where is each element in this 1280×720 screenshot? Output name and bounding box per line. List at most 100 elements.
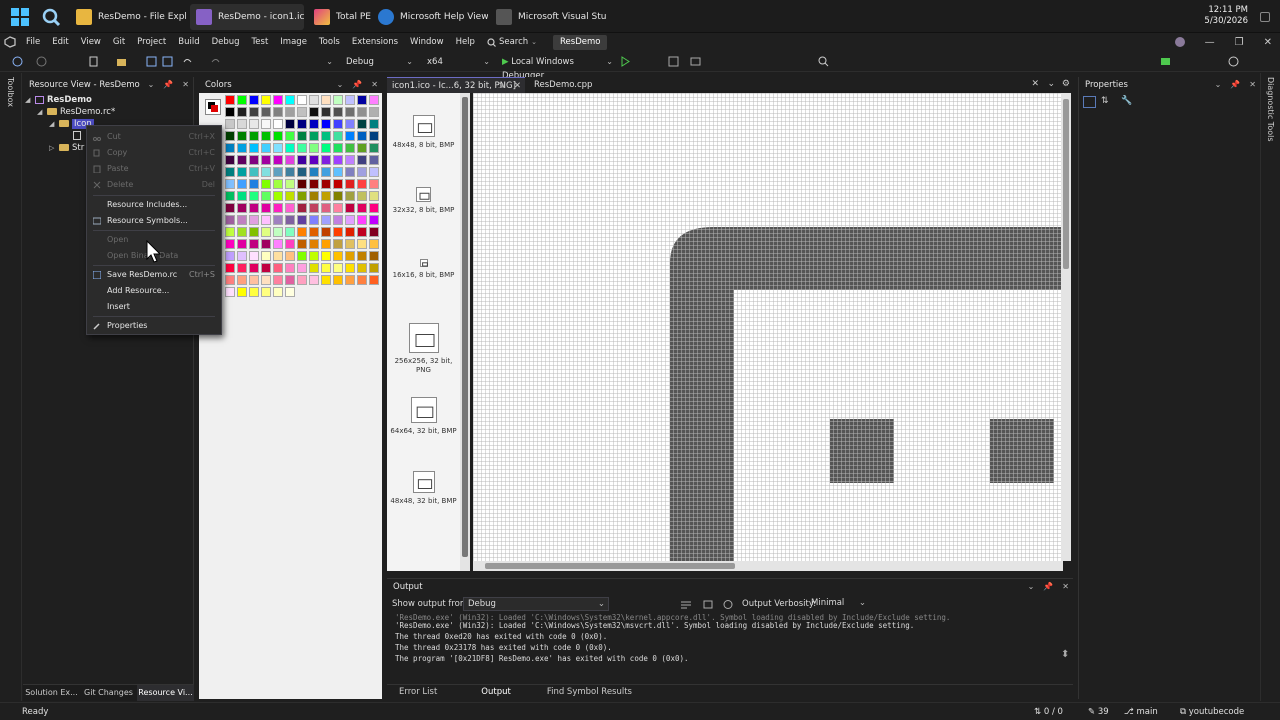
menu-git[interactable]: Git	[107, 33, 131, 51]
color-swatch[interactable]	[345, 95, 355, 105]
color-swatch[interactable]	[321, 107, 331, 117]
icon-image-type-thumbnail[interactable]: 32x32, 8 bit, BMP	[387, 187, 460, 215]
color-swatch[interactable]	[333, 143, 343, 153]
color-swatch[interactable]	[261, 107, 271, 117]
color-swatch[interactable]	[297, 227, 307, 237]
close-icon[interactable]: ✕	[1264, 37, 1272, 48]
color-swatch[interactable]	[261, 263, 271, 273]
wrench-icon[interactable]: 🔧	[1121, 96, 1132, 106]
color-swatch[interactable]	[345, 215, 355, 225]
color-swatch[interactable]	[309, 227, 319, 237]
color-swatch[interactable]	[261, 167, 271, 177]
taskbar-app-visual-studio-2[interactable]: Microsoft Visual Studio	[490, 4, 606, 30]
color-swatch[interactable]	[225, 155, 235, 165]
color-swatch[interactable]	[249, 167, 259, 177]
color-swatch[interactable]	[369, 203, 379, 213]
color-swatch[interactable]	[369, 95, 379, 105]
color-swatch[interactable]	[309, 107, 319, 117]
color-swatch[interactable]	[357, 179, 367, 189]
vertical-scrollbar[interactable]	[1061, 93, 1071, 561]
color-swatch[interactable]	[357, 203, 367, 213]
copilot-icon[interactable]	[1228, 56, 1239, 67]
gear-icon[interactable]: ⚙	[1062, 79, 1070, 89]
color-swatch[interactable]	[225, 251, 235, 261]
icon-image-type-thumbnail[interactable]: 64x64, 32 bit, BMP	[387, 397, 460, 436]
color-swatch[interactable]	[225, 275, 235, 285]
color-swatch[interactable]	[309, 155, 319, 165]
color-swatch[interactable]	[285, 287, 295, 297]
expand-arrow-icon[interactable]: ◢	[49, 118, 59, 130]
color-swatch[interactable]	[249, 275, 259, 285]
color-swatch[interactable]	[249, 227, 259, 237]
color-swatch[interactable]	[237, 227, 247, 237]
stop-icon[interactable]	[723, 600, 733, 609]
tree-item-string-table[interactable]: ▷ Str	[49, 142, 84, 154]
save-all-icon[interactable]	[162, 56, 173, 67]
clock[interactable]: 12:11 PM 5/30/2026	[1204, 5, 1248, 27]
color-swatch[interactable]	[261, 227, 271, 237]
color-swatch[interactable]	[285, 95, 295, 105]
menu-item-delete[interactable]: Delete Del	[87, 177, 221, 192]
color-swatch[interactable]	[273, 287, 283, 297]
icon-image-type-thumbnail[interactable]: PNG	[387, 93, 460, 96]
color-swatch[interactable]	[225, 191, 235, 201]
color-swatch[interactable]	[261, 275, 271, 285]
color-swatch[interactable]	[369, 167, 379, 177]
color-swatch[interactable]	[333, 191, 343, 201]
color-swatch[interactable]	[357, 191, 367, 201]
color-swatch[interactable]	[237, 167, 247, 177]
color-swatch[interactable]	[297, 191, 307, 201]
menu-item-properties[interactable]: Properties	[87, 318, 221, 333]
color-swatch[interactable]	[297, 215, 307, 225]
color-swatch[interactable]	[261, 95, 271, 105]
color-swatch[interactable]	[309, 239, 319, 249]
color-swatch[interactable]	[273, 251, 283, 261]
color-swatch[interactable]	[273, 191, 283, 201]
configuration-combo[interactable]: Debug ⌄	[342, 55, 416, 69]
menu-item-insert[interactable]: Insert	[87, 299, 221, 314]
color-swatch[interactable]	[369, 143, 379, 153]
undo-icon[interactable]	[182, 56, 193, 67]
color-swatch[interactable]	[285, 191, 295, 201]
tab-resdemo-cpp[interactable]: ResDemo.cpp	[529, 77, 609, 93]
color-swatch[interactable]	[297, 179, 307, 189]
repository-selector[interactable]: ⧉ youtubecode	[1180, 703, 1244, 720]
color-swatch[interactable]	[309, 131, 319, 141]
color-swatch[interactable]	[345, 131, 355, 141]
menu-item-copy[interactable]: Copy Ctrl+C	[87, 145, 221, 160]
color-swatch[interactable]	[237, 155, 247, 165]
color-swatch[interactable]	[273, 203, 283, 213]
color-swatch[interactable]	[285, 227, 295, 237]
menu-view[interactable]: View	[75, 33, 107, 51]
color-swatch[interactable]	[321, 251, 331, 261]
menu-item-add-resource[interactable]: Add Resource...	[87, 283, 221, 298]
color-swatch[interactable]	[225, 215, 235, 225]
color-swatch[interactable]	[285, 263, 295, 273]
color-swatch[interactable]	[273, 239, 283, 249]
color-swatch[interactable]	[369, 155, 379, 165]
menu-window[interactable]: Window	[404, 33, 450, 51]
color-swatch[interactable]	[369, 131, 379, 141]
color-swatch[interactable]	[309, 143, 319, 153]
color-swatch[interactable]	[249, 287, 259, 297]
chevron-down-icon[interactable]: ⌄	[1047, 79, 1055, 89]
color-swatch[interactable]	[285, 203, 295, 213]
color-swatch[interactable]	[273, 95, 283, 105]
word-wrap-icon[interactable]	[681, 600, 691, 609]
color-swatch[interactable]	[261, 119, 271, 129]
color-swatch[interactable]	[261, 203, 271, 213]
tab-output[interactable]: Output	[469, 685, 523, 700]
color-swatch[interactable]	[249, 95, 259, 105]
color-swatch[interactable]	[309, 95, 319, 105]
tab-icon1-ico[interactable]: icon1.ico - Ic...6, 32 bit, PNG] ⇲ ✕	[387, 77, 525, 93]
color-swatch[interactable]	[261, 155, 271, 165]
color-swatch[interactable]	[285, 107, 295, 117]
color-swatch[interactable]	[225, 143, 235, 153]
color-swatch[interactable]	[273, 275, 283, 285]
close-icon[interactable]: ✕	[1031, 79, 1039, 89]
color-swatch[interactable]	[237, 131, 247, 141]
color-swatch[interactable]	[321, 119, 331, 129]
pin-icon[interactable]: 📌	[352, 77, 362, 93]
color-swatch[interactable]	[237, 263, 247, 273]
color-swatch[interactable]	[225, 167, 235, 177]
